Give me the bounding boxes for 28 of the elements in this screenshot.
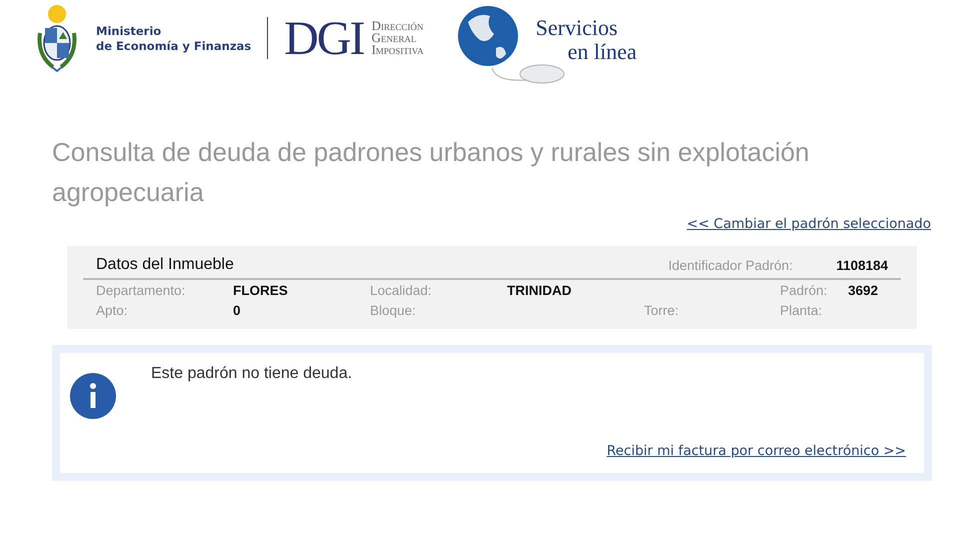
field-label: Planta: xyxy=(780,302,824,319)
field-label: Departamento: xyxy=(96,282,186,299)
dgi-logo-text: DGI xyxy=(284,10,364,66)
services-title-line: en línea xyxy=(566,40,637,64)
email-invoice-link[interactable]: Recibir mi factura por correo electrónico >> xyxy=(606,443,906,459)
field-label: Padrón: xyxy=(780,282,828,299)
info-icon xyxy=(70,373,116,419)
field-label: Bloque: xyxy=(370,302,417,319)
field-value: 3692 xyxy=(848,282,880,299)
dgi-name-line: General xyxy=(371,32,416,44)
ministry-name-line: Ministerio xyxy=(96,24,162,39)
field-value: TRINIDAD xyxy=(507,282,572,299)
dgi-name-line: Dirección xyxy=(371,20,424,32)
field-label: Identificador Padrón: xyxy=(668,258,794,272)
field-label: Localidad: xyxy=(370,282,433,299)
notice-message: Este padrón no tiene deuda. xyxy=(151,365,354,384)
field-label: Torre: xyxy=(644,302,680,319)
ministry-name-line: de Economía y Finanzas xyxy=(96,39,252,54)
page-title: Consulta de deuda de padrones urbanos y rurales sin explotación agropecuaria xyxy=(52,136,810,209)
change-property-link[interactable]: << Cambiar el padrón seleccionado xyxy=(686,216,931,232)
field-value: 0 xyxy=(233,302,242,319)
services-title-line: Servicios xyxy=(536,16,619,40)
coat-of-arms-drawing xyxy=(35,3,79,73)
card-heading: Datos del Inmueble xyxy=(96,256,235,274)
dgi-name-line: Impositiva xyxy=(371,44,424,56)
field-label: Apto: xyxy=(96,302,129,319)
field-value: FLORES xyxy=(233,282,289,299)
field-value: 1108184 xyxy=(836,258,888,272)
